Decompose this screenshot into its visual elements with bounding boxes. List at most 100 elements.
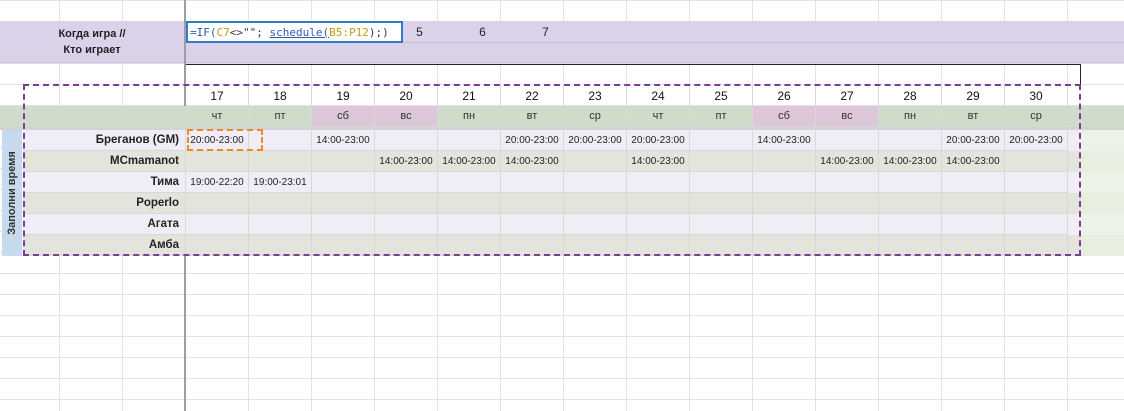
- time-slot-cell[interactable]: [942, 172, 1005, 193]
- time-slot-cell[interactable]: [186, 235, 249, 256]
- time-slot-cell[interactable]: [816, 214, 879, 235]
- date-cell-23[interactable]: 23: [564, 86, 627, 107]
- time-slot-cell[interactable]: 20:00-23:00: [627, 130, 690, 151]
- date-cell-30[interactable]: 30: [1005, 86, 1068, 107]
- time-slot-cell[interactable]: [690, 235, 753, 256]
- date-cell-22[interactable]: 22: [501, 86, 564, 107]
- player-name-4[interactable]: Poperlo: [23, 193, 186, 214]
- time-slot-cell[interactable]: 20:00-23:00: [186, 130, 249, 151]
- time-slot-cell[interactable]: 20:00-23:00: [1005, 130, 1068, 151]
- weekday-cell[interactable]: пт: [690, 106, 753, 127]
- time-slot-cell[interactable]: [375, 193, 438, 214]
- time-slot-cell[interactable]: [249, 214, 312, 235]
- time-slot-cell[interactable]: [564, 151, 627, 172]
- header-number-6[interactable]: 6: [451, 21, 514, 43]
- weekday-cell[interactable]: чт: [627, 106, 690, 127]
- time-slot-cell[interactable]: [753, 193, 816, 214]
- date-cell-26[interactable]: 26: [753, 86, 816, 107]
- time-slot-cell[interactable]: 14:00-23:00: [438, 151, 501, 172]
- time-slot-cell[interactable]: [816, 235, 879, 256]
- date-cell-25[interactable]: 25: [690, 86, 753, 107]
- weekday-cell[interactable]: ср: [1005, 106, 1068, 127]
- time-slot-cell[interactable]: [627, 214, 690, 235]
- header-number-7[interactable]: 7: [514, 21, 577, 43]
- time-slot-cell[interactable]: [312, 214, 375, 235]
- date-cell-24[interactable]: 24: [627, 86, 690, 107]
- time-slot-cell[interactable]: [879, 193, 942, 214]
- time-slot-cell[interactable]: [879, 130, 942, 151]
- time-slot-cell[interactable]: [816, 130, 879, 151]
- time-slot-cell[interactable]: [753, 151, 816, 172]
- date-cell-29[interactable]: 29: [942, 86, 1005, 107]
- date-cell-27[interactable]: 27: [816, 86, 879, 107]
- time-slot-cell[interactable]: [312, 235, 375, 256]
- time-slot-cell[interactable]: [1005, 214, 1068, 235]
- time-slot-cell[interactable]: [1005, 235, 1068, 256]
- weekday-cell[interactable]: чт: [186, 106, 249, 127]
- time-slot-cell[interactable]: [312, 172, 375, 193]
- weekday-cell[interactable]: ср: [564, 106, 627, 127]
- time-slot-cell[interactable]: [375, 214, 438, 235]
- time-slot-cell[interactable]: [816, 172, 879, 193]
- time-slot-cell[interactable]: [249, 151, 312, 172]
- time-slot-cell[interactable]: 14:00-23:00: [816, 151, 879, 172]
- time-slot-cell[interactable]: 14:00-23:00: [312, 130, 375, 151]
- time-slot-cell[interactable]: [438, 235, 501, 256]
- time-slot-cell[interactable]: 20:00-23:00: [564, 130, 627, 151]
- header-title[interactable]: Когда игра // Кто играет: [24, 21, 160, 63]
- player-name-5[interactable]: Агата: [23, 214, 186, 235]
- time-slot-cell[interactable]: 14:00-23:00: [879, 151, 942, 172]
- time-slot-cell[interactable]: [186, 214, 249, 235]
- time-slot-cell[interactable]: [564, 193, 627, 214]
- weekday-cell[interactable]: вт: [942, 106, 1005, 127]
- time-slot-cell[interactable]: 19:00-23:01: [249, 172, 312, 193]
- time-slot-cell[interactable]: [312, 151, 375, 172]
- time-slot-cell[interactable]: [438, 193, 501, 214]
- time-slot-cell[interactable]: [1005, 193, 1068, 214]
- time-slot-cell[interactable]: [312, 193, 375, 214]
- time-slot-cell[interactable]: [186, 193, 249, 214]
- time-slot-cell[interactable]: 20:00-23:00: [942, 130, 1005, 151]
- time-slot-cell[interactable]: [564, 214, 627, 235]
- date-cell-17[interactable]: 17: [186, 86, 249, 107]
- formula-edit-cell[interactable]: =IF(C7 <>""; schedule(B5:P12);): [186, 21, 403, 43]
- date-cell-20[interactable]: 20: [375, 86, 438, 107]
- weekday-cell[interactable]: пн: [879, 106, 942, 127]
- time-slot-cell[interactable]: [942, 235, 1005, 256]
- time-slot-cell[interactable]: [1005, 172, 1068, 193]
- date-cell-28[interactable]: 28: [879, 86, 942, 107]
- time-slot-cell[interactable]: [690, 130, 753, 151]
- time-slot-cell[interactable]: [1005, 151, 1068, 172]
- player-name-1[interactable]: Бреганов (GM): [23, 130, 186, 151]
- time-slot-cell[interactable]: 19:00-22:20: [186, 172, 249, 193]
- date-cell-21[interactable]: 21: [438, 86, 501, 107]
- time-slot-cell[interactable]: [564, 235, 627, 256]
- time-slot-cell[interactable]: 14:00-23:00: [375, 151, 438, 172]
- date-cell-19[interactable]: 19: [312, 86, 375, 107]
- time-slot-cell[interactable]: [501, 235, 564, 256]
- time-slot-cell[interactable]: [249, 130, 312, 151]
- time-slot-cell[interactable]: 20:00-23:00: [501, 130, 564, 151]
- weekday-cell[interactable]: вс: [375, 106, 438, 127]
- side-label[interactable]: Заполни время: [2, 130, 22, 256]
- time-slot-cell[interactable]: [501, 193, 564, 214]
- time-slot-cell[interactable]: [879, 172, 942, 193]
- time-slot-cell[interactable]: [627, 235, 690, 256]
- time-slot-cell[interactable]: [879, 214, 942, 235]
- player-name-3[interactable]: Тима: [23, 172, 186, 193]
- player-name-2[interactable]: MCmamanot: [23, 151, 186, 172]
- time-slot-cell[interactable]: [690, 172, 753, 193]
- time-slot-cell[interactable]: [438, 214, 501, 235]
- time-slot-cell[interactable]: [375, 172, 438, 193]
- time-slot-cell[interactable]: 14:00-23:00: [627, 151, 690, 172]
- time-slot-cell[interactable]: 14:00-23:00: [501, 151, 564, 172]
- time-slot-cell[interactable]: [627, 193, 690, 214]
- weekday-cell[interactable]: сб: [312, 106, 375, 127]
- time-slot-cell[interactable]: [690, 193, 753, 214]
- time-slot-cell[interactable]: [375, 130, 438, 151]
- weekday-cell[interactable]: пн: [438, 106, 501, 127]
- time-slot-cell[interactable]: [816, 193, 879, 214]
- time-slot-cell[interactable]: [438, 130, 501, 151]
- time-slot-cell[interactable]: [753, 214, 816, 235]
- time-slot-cell[interactable]: [375, 235, 438, 256]
